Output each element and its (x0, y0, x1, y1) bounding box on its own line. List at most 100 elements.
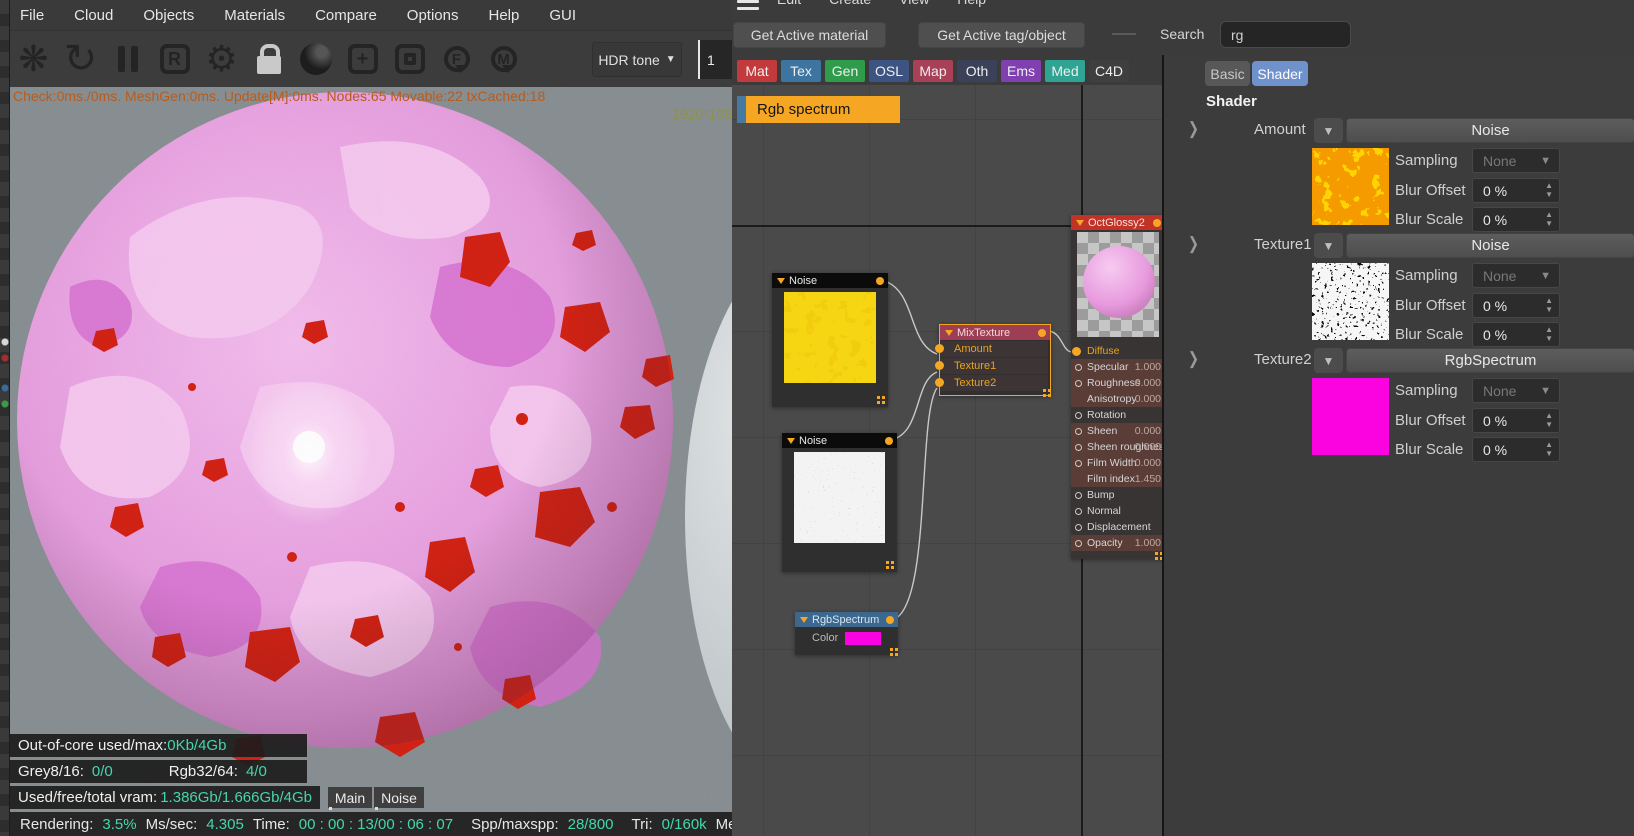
texture2-thumbnail[interactable] (1312, 378, 1389, 455)
tab-gen[interactable]: Gen (825, 60, 865, 82)
tab-med[interactable]: Med (1045, 60, 1085, 82)
sampling-select[interactable]: None ▼ (1472, 263, 1560, 288)
search-input[interactable] (1220, 21, 1351, 48)
pause-render-icon[interactable] (104, 34, 151, 84)
menu-help[interactable]: Help (489, 7, 520, 24)
tab-ems[interactable]: Ems (1001, 60, 1041, 82)
sampling-select[interactable]: None ▼ (1472, 148, 1560, 173)
node-resize-handle[interactable] (890, 648, 893, 651)
menu-materials[interactable]: Materials (224, 7, 285, 24)
left-toolbar-strip[interactable] (0, 0, 10, 836)
divider-handle[interactable] (1112, 33, 1136, 35)
collapse-triangle-icon[interactable] (777, 278, 785, 288)
amount-shader-button[interactable]: Noise (1346, 118, 1634, 143)
tab-tex[interactable]: Tex (781, 60, 821, 82)
input-port-dot[interactable] (935, 378, 944, 387)
spinner-arrows-icon[interactable]: ▲ ▼ (1545, 440, 1553, 458)
input-port-texture2[interactable]: Texture2 (935, 375, 1048, 391)
amount-texture-thumbnail[interactable] (1312, 148, 1389, 225)
region-render-icon[interactable]: R (151, 34, 198, 84)
output-port-dot[interactable] (1038, 328, 1046, 337)
expander-chevron-icon[interactable]: ❯ (1188, 234, 1200, 255)
collapse-triangle-icon[interactable] (800, 617, 808, 627)
clay-mode-icon[interactable] (386, 34, 433, 84)
menu-edit[interactable]: Edit (777, 0, 801, 7)
input-port-texture1[interactable]: Texture1 (935, 358, 1048, 374)
port-diffuse[interactable]: Diffuse (1071, 343, 1162, 359)
output-port-dot[interactable] (876, 276, 884, 285)
tab-oth[interactable]: Oth (957, 60, 997, 82)
expander-chevron-icon[interactable]: ❯ (1188, 349, 1200, 370)
tab-osl[interactable]: OSL (869, 60, 909, 82)
expander-chevron-icon[interactable]: ❯ (1188, 119, 1200, 140)
blur-scale-field[interactable]: 0 % ▲ ▼ (1472, 437, 1560, 462)
blur-offset-field[interactable]: 0 % ▲ ▼ (1472, 293, 1560, 318)
spinner-arrows-icon[interactable]: ▲ ▼ (1545, 325, 1553, 343)
render-pass-tab-main[interactable]: Main (328, 787, 372, 810)
render-pass-tab-noise[interactable]: Noise (374, 787, 424, 810)
node-octglossy2[interactable]: OctGlossy2 Diffuse Specular 1.000 Roughne… (1071, 215, 1162, 559)
menu-objects[interactable]: Objects (143, 7, 194, 24)
port-anisotropy[interactable]: Anisotropy 0.000 (1071, 391, 1162, 407)
collapse-triangle-icon[interactable] (1076, 220, 1084, 230)
material-picker-icon[interactable]: M (480, 34, 527, 84)
spinner-arrows-icon[interactable]: ▲ ▼ (1545, 210, 1553, 228)
node-noise-1[interactable]: Noise (772, 273, 888, 407)
add-object-icon[interactable]: + (339, 34, 386, 84)
blur-scale-field[interactable]: 0 % ▲ ▼ (1472, 207, 1560, 232)
menu-options[interactable]: Options (407, 7, 459, 24)
port-roughness[interactable]: Roughness 0.000 (1071, 375, 1162, 391)
output-port-dot[interactable] (886, 615, 894, 624)
lock-resolution-icon[interactable] (245, 34, 292, 84)
octane-fan-icon[interactable]: ❋ (10, 34, 57, 84)
frame-field[interactable]: 1 (698, 40, 732, 79)
hamburger-menu-icon[interactable] (737, 0, 759, 10)
port-film-index[interactable]: Film index 1.450 (1071, 471, 1162, 487)
settings-gear-icon[interactable]: ⚙ (198, 34, 245, 84)
spinner-arrows-icon[interactable]: ▲ ▼ (1545, 296, 1553, 314)
get-active-tag-object-button[interactable]: Get Active tag/object (918, 22, 1085, 48)
spinner-arrows-icon[interactable]: ▲ ▼ (1545, 181, 1553, 199)
material-ball-icon[interactable] (292, 34, 339, 84)
input-port-dot[interactable] (935, 361, 944, 370)
menu-help-2[interactable]: Help (957, 0, 986, 7)
port-opacity[interactable]: Opacity 1.000 (1071, 535, 1162, 551)
tab-c4d[interactable]: C4D (1089, 60, 1129, 82)
menu-gui[interactable]: GUI (549, 7, 576, 24)
blur-offset-field[interactable]: 0 % ▲ ▼ (1472, 178, 1560, 203)
collapse-triangle-icon[interactable] (787, 438, 795, 448)
menu-file[interactable]: File (20, 7, 44, 24)
menu-cloud[interactable]: Cloud (74, 7, 113, 24)
input-port-dot[interactable] (935, 344, 944, 353)
hdr-tone-dropdown[interactable]: HDR tone ▼ (592, 42, 682, 77)
menu-compare[interactable]: Compare (315, 7, 377, 24)
focus-picker-icon[interactable]: F (433, 34, 480, 84)
texture1-thumbnail[interactable] (1312, 263, 1389, 340)
port-displacement[interactable]: Displacement (1071, 519, 1162, 535)
port-sheen-roughness[interactable]: Sheen roughness 0.000 (1071, 439, 1162, 455)
node-graph-canvas[interactable]: Rgb spectrum Noise Noise MixTexture Amou… (732, 85, 1162, 836)
texture1-dropdown-button[interactable]: ▼ (1314, 233, 1343, 258)
tab-shader[interactable]: Shader (1252, 61, 1308, 86)
sampling-select[interactable]: None ▼ (1472, 378, 1560, 403)
node-rgbspectrum[interactable]: RgbSpectrum Color (795, 612, 898, 655)
port-sheen[interactable]: Sheen 0.000 (1071, 423, 1162, 439)
node-resize-handle[interactable] (1043, 389, 1046, 392)
node-resize-handle[interactable] (877, 396, 880, 399)
material-list-item[interactable]: Rgb spectrum (737, 96, 900, 123)
texture1-shader-button[interactable]: Noise (1346, 233, 1634, 258)
blur-offset-field[interactable]: 0 % ▲ ▼ (1472, 408, 1560, 433)
node-noise-2[interactable]: Noise (782, 433, 897, 572)
get-active-material-button[interactable]: Get Active material (733, 22, 886, 48)
tab-basic[interactable]: Basic (1205, 61, 1250, 86)
port-bump[interactable]: Bump (1071, 487, 1162, 503)
menu-create[interactable]: Create (829, 0, 871, 7)
tab-map[interactable]: Map (913, 60, 953, 82)
node-resize-handle[interactable] (1155, 552, 1158, 555)
node-mixtexture[interactable]: MixTexture Amount Texture1 Texture2 (935, 324, 1051, 396)
restart-render-icon[interactable]: ↻ (57, 34, 104, 84)
port-rotation[interactable]: Rotation (1071, 407, 1162, 423)
output-port-dot[interactable] (1153, 218, 1161, 227)
node-resize-handle[interactable] (886, 561, 889, 564)
input-port-amount[interactable]: Amount (935, 341, 1048, 357)
